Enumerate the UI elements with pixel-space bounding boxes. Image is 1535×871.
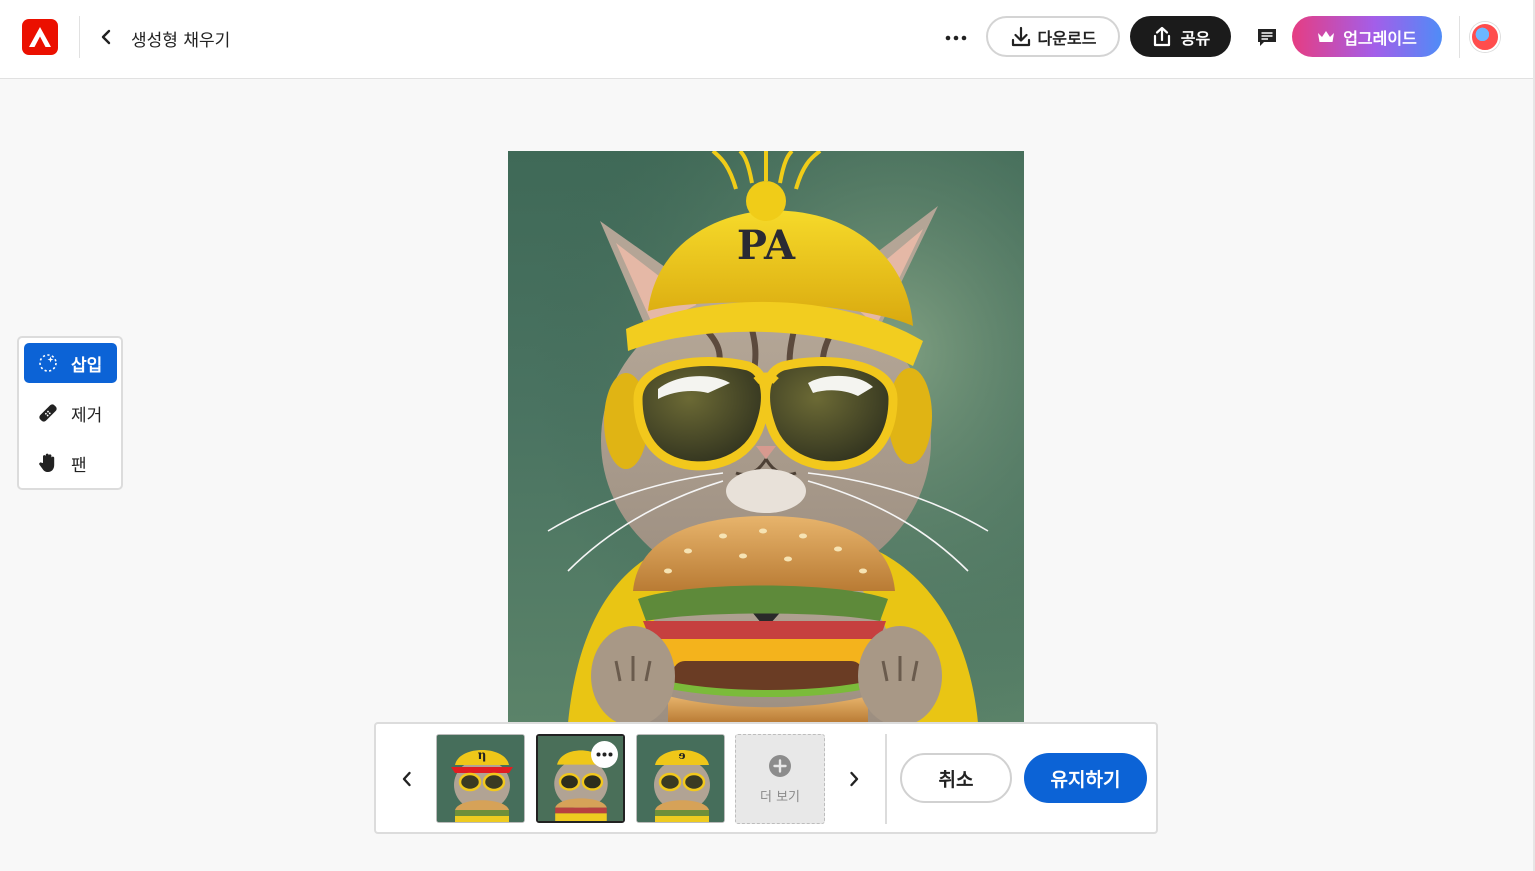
user-avatar[interactable] [1470, 22, 1500, 52]
tool-label: 팬 [71, 455, 87, 476]
variations-divider [885, 734, 887, 824]
sparkle-insert-icon [37, 352, 59, 374]
variation-thumbnail[interactable]: ɘ [636, 734, 725, 823]
upgrade-label: 업그레이드 [1343, 28, 1417, 48]
adobe-express-logo-icon[interactable] [22, 19, 58, 55]
upgrade-button[interactable]: 업그레이드 [1292, 16, 1442, 57]
thumbnail-more-icon[interactable] [591, 741, 618, 768]
next-chevron-icon[interactable] [843, 768, 865, 790]
plus-circle-icon [769, 754, 791, 777]
back-chevron-icon[interactable] [94, 25, 118, 49]
hand-icon [37, 452, 59, 474]
top-header: 생성형 채우기 다운로드 공유 업그레이드 [0, 0, 1535, 79]
download-icon [1011, 26, 1030, 46]
variation-thumbnail[interactable]: η [436, 734, 525, 823]
prev-chevron-icon[interactable] [396, 768, 418, 790]
download-label: 다운로드 [1037, 28, 1097, 48]
share-icon [1153, 26, 1170, 46]
cancel-button[interactable]: 취소 [900, 753, 1012, 803]
comment-icon[interactable] [1253, 24, 1281, 52]
see-more-label: 더 보기 [759, 789, 800, 805]
see-more-button[interactable]: 더 보기 [735, 734, 825, 824]
tool-insert[interactable]: 삽입 [24, 343, 117, 383]
share-label: 공유 [1180, 28, 1211, 48]
more-options-icon[interactable] [940, 22, 972, 54]
variations-bar: η ɘ 더 보기 취소 유지하기 [374, 722, 1158, 834]
tool-pan[interactable]: 팬 [24, 443, 117, 483]
share-button[interactable]: 공유 [1130, 16, 1231, 57]
header-divider [1459, 16, 1460, 58]
header-divider [79, 16, 80, 58]
keep-button[interactable]: 유지하기 [1024, 753, 1147, 803]
tool-label: 제거 [71, 405, 103, 426]
tool-remove[interactable]: 제거 [24, 393, 117, 433]
thumb-cap-text: η [478, 748, 487, 762]
download-button[interactable]: 다운로드 [986, 16, 1120, 57]
thumb-cap-text: ɘ [679, 749, 686, 762]
tool-panel: 삽입 제거 팬 [17, 336, 123, 490]
eraser-bandage-icon [37, 402, 59, 424]
cap-logo: PA [737, 222, 796, 269]
tool-label: 삽입 [71, 355, 103, 376]
variation-thumbnail-selected[interactable] [536, 734, 625, 823]
canvas-image[interactable]: PA [508, 151, 1024, 723]
crown-icon [1318, 30, 1335, 42]
page-title: 생성형 채우기 [131, 31, 231, 51]
